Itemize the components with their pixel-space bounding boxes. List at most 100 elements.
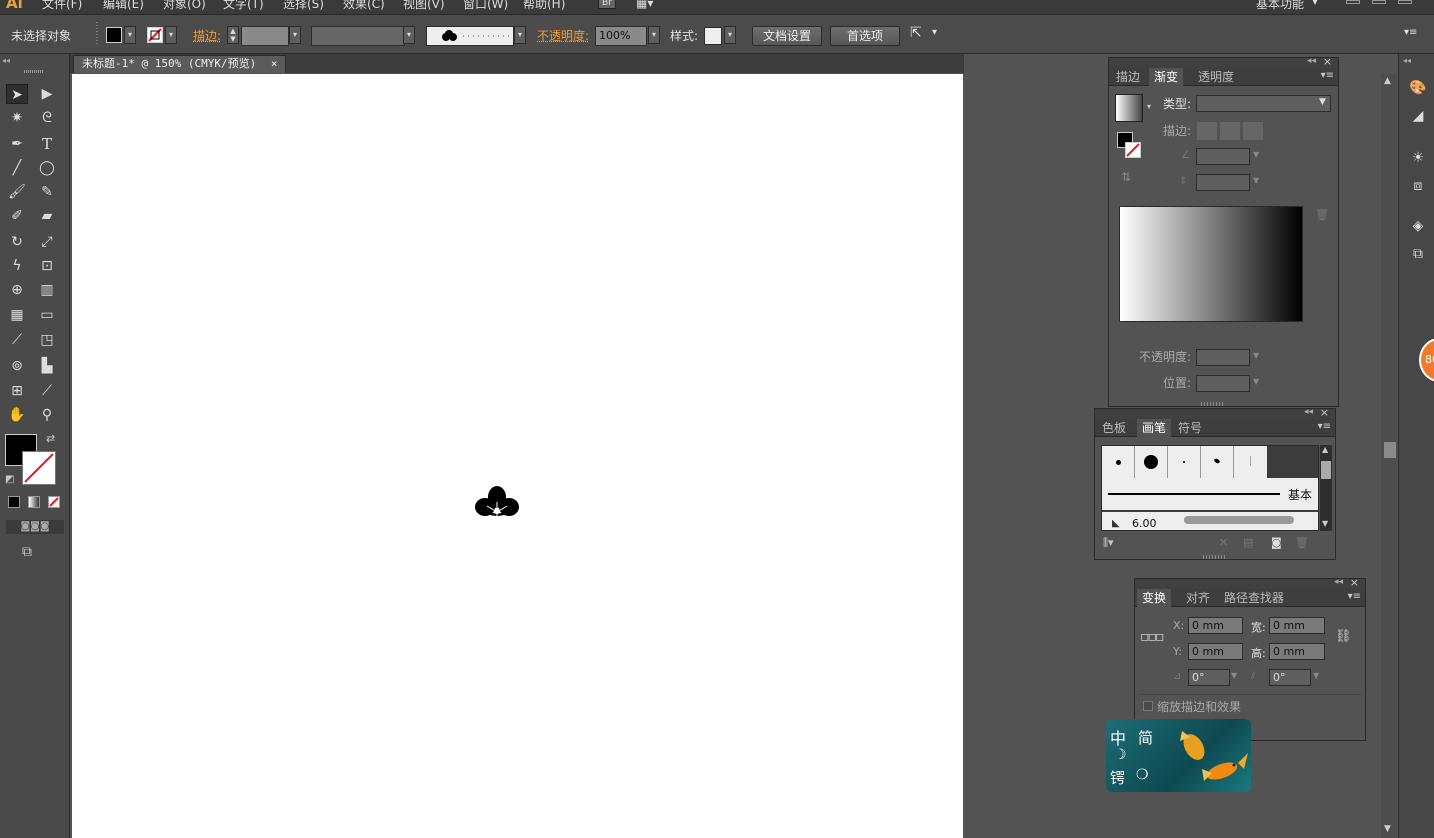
warp-tool-icon[interactable]: ϟ xyxy=(6,256,28,276)
gradient-mode-icon[interactable] xyxy=(28,496,40,508)
brush-libraries-icon[interactable]: ⫼▾ xyxy=(1103,536,1114,550)
panel-resize-grip[interactable] xyxy=(1201,402,1223,406)
reverse-gradient-icon[interactable]: ⇅ xyxy=(1121,170,1131,184)
paintbrush-tool-icon[interactable]: 🖌 xyxy=(6,182,28,202)
opacity-stop-dropdown-icon[interactable]: ▼ xyxy=(1253,351,1259,360)
collapse-icon[interactable]: ◂◂ xyxy=(2,56,10,65)
perspective-grid-tool-icon[interactable]: ▥ xyxy=(36,280,58,300)
new-brush-icon[interactable]: ◙ xyxy=(1271,536,1282,549)
variable-width-profile[interactable] xyxy=(311,26,405,46)
close-panel-icon[interactable]: × xyxy=(1323,55,1332,68)
document-tab[interactable]: 未标题-1* @ 150% (CMYK/预览) × xyxy=(73,55,287,73)
panel-menu-icon[interactable]: ▾≡ xyxy=(1404,27,1417,38)
scale-strokes-checkbox[interactable] xyxy=(1143,701,1153,711)
document-settings-button[interactable]: 文档设置 xyxy=(752,26,822,46)
hand-tool-icon[interactable]: ✋ xyxy=(6,405,28,425)
graphic-styles-icon[interactable]: ⧈ xyxy=(1408,176,1428,196)
color-mode-icon[interactable] xyxy=(8,496,20,508)
minimize-button[interactable] xyxy=(1346,0,1360,4)
ime-simplified-toggle[interactable]: 简 xyxy=(1138,727,1153,748)
selection-tool-icon[interactable]: ➤ xyxy=(6,84,28,104)
constrain-proportions-icon[interactable]: ⛓ xyxy=(1335,629,1352,644)
scroll-up-icon[interactable]: ▲ xyxy=(1322,445,1328,454)
gradient-tool-icon[interactable]: ▭ xyxy=(36,305,58,325)
direct-selection-tool-icon[interactable]: ▶ xyxy=(36,84,58,104)
stroke-dropdown-icon[interactable]: ▾ xyxy=(165,26,177,44)
brush-row-basic[interactable]: 基本 xyxy=(1102,478,1318,510)
shape-builder-tool-icon[interactable]: ⊕ xyxy=(6,280,28,300)
pen-tool-icon[interactable]: ✒ xyxy=(6,134,28,154)
menu-view[interactable]: 视图(V) xyxy=(403,0,445,12)
style-dropdown-icon[interactable]: ▾ xyxy=(724,26,736,44)
magic-wand-tool-icon[interactable]: ✷ xyxy=(6,108,28,128)
ime-settings-icon[interactable]: ❍ xyxy=(1136,767,1149,783)
scroll-down-icon[interactable]: ▼ xyxy=(1322,519,1328,528)
artboard-tool-icon[interactable]: ⊞ xyxy=(6,381,28,401)
rotate-tool-icon[interactable]: ↻ xyxy=(6,232,28,252)
shear-field[interactable]: 0° xyxy=(1269,669,1311,686)
tab-gradient[interactable]: 渐变 xyxy=(1149,68,1184,86)
brush-row-charcoal[interactable]: ◣ 6.00 xyxy=(1102,512,1318,530)
collapse-panel-icon[interactable]: ◂◂ xyxy=(1334,577,1343,587)
tab-symbols[interactable]: 符号 xyxy=(1173,419,1207,437)
rotate-field[interactable]: 0° xyxy=(1188,669,1230,686)
collapse-panel-icon[interactable]: ◂◂ xyxy=(1307,56,1316,66)
stroke-swatch[interactable] xyxy=(147,27,163,43)
brush-list-scrollbar[interactable]: ▲ ▼ xyxy=(1320,445,1332,531)
tab-pathfinder[interactable]: 路径查找器 xyxy=(1219,589,1289,607)
ime-moon-icon[interactable]: ☽ xyxy=(1114,747,1127,763)
layers-icon[interactable]: ◈ xyxy=(1408,216,1428,236)
angle-dropdown-icon[interactable]: ▼ xyxy=(1253,150,1259,159)
shear-dropdown-icon[interactable]: ▼ xyxy=(1313,671,1319,680)
brush-swatch-dot-large[interactable] xyxy=(1135,446,1168,478)
artboards-icon[interactable]: ⧉ xyxy=(1408,244,1428,264)
bridge-button[interactable]: Br xyxy=(598,0,616,9)
ime-chinese-toggle[interactable]: 中 xyxy=(1110,725,1126,749)
gradient-type-select[interactable] xyxy=(1196,95,1331,112)
brush-swatch-calligraphic[interactable] xyxy=(1201,446,1234,478)
canvas-vertical-scrollbar[interactable]: ▲ ▼ xyxy=(1381,74,1397,838)
panel-options-icon[interactable]: ▾≡ xyxy=(1321,70,1334,81)
stroke-weight-field[interactable] xyxy=(241,26,289,46)
opacity-label[interactable]: 不透明度: xyxy=(537,27,589,44)
stroke-gradient-options[interactable] xyxy=(1197,122,1263,140)
menu-file[interactable]: 文件(F) xyxy=(42,0,82,12)
position-dropdown-icon[interactable]: ▼ xyxy=(1253,377,1259,386)
delete-brush-icon[interactable]: 🗑 xyxy=(1295,536,1309,549)
scroll-down-icon[interactable]: ▼ xyxy=(1384,824,1391,834)
panel-options-icon[interactable]: ▾≡ xyxy=(1348,591,1361,602)
stroke-label[interactable]: 描边: xyxy=(193,27,221,44)
tab-swatches[interactable]: 色板 xyxy=(1097,419,1131,437)
arrange-documents-icon[interactable]: ▦▾ xyxy=(636,0,653,10)
fill-swatch[interactable] xyxy=(106,27,122,43)
appearance-icon[interactable]: ☀ xyxy=(1408,148,1428,168)
brush-swatch-dot-small[interactable] xyxy=(1102,446,1135,478)
graphic-style-swatch[interactable] xyxy=(704,27,722,45)
menu-type[interactable]: 文字(T) xyxy=(223,0,264,12)
workspace-switcher[interactable]: 基本功能 xyxy=(1256,0,1304,12)
ime-toolbar-widget[interactable]: 中 简 ☽ 锷 ❍ xyxy=(1106,719,1251,792)
blob-brush-tool-icon[interactable]: ✐ xyxy=(6,206,28,226)
close-panel-icon[interactable]: × xyxy=(1320,406,1329,419)
ellipse-tool-icon[interactable]: ◯ xyxy=(36,158,58,178)
workspace-dropdown-icon[interactable]: ▾ xyxy=(1312,0,1318,8)
close-window-button[interactable] xyxy=(1398,0,1412,4)
default-colors-icon[interactable]: ◩ xyxy=(5,474,14,485)
tab-align[interactable]: 对齐 xyxy=(1181,589,1215,607)
mesh-tool-icon[interactable]: ▦ xyxy=(6,305,28,325)
eyedropper-tool-icon[interactable]: ⟋ xyxy=(6,330,28,350)
line-tool-icon[interactable]: ╱ xyxy=(6,158,28,178)
scale-tool-icon[interactable]: ⤢ xyxy=(36,232,58,252)
brush-dropdown-icon[interactable]: ▾ xyxy=(514,26,526,44)
scroll-thumb[interactable] xyxy=(1321,461,1331,479)
scroll-up-icon[interactable]: ▲ xyxy=(1384,76,1391,86)
zoom-tool-icon[interactable]: ⚲ xyxy=(36,405,58,425)
isolate-dropdown-icon[interactable]: ▾ xyxy=(932,27,937,38)
swap-colors-icon[interactable]: ⇄ xyxy=(46,432,55,445)
h-field[interactable]: 0 mm xyxy=(1269,643,1325,660)
preferences-button[interactable]: 首选项 xyxy=(830,26,900,46)
free-transform-tool-icon[interactable]: ⊡ xyxy=(36,256,58,276)
brush-definition[interactable] xyxy=(426,26,514,46)
stroke-color-box[interactable] xyxy=(22,451,56,485)
expand-dock-icon[interactable]: ◂◂ xyxy=(1403,56,1411,65)
